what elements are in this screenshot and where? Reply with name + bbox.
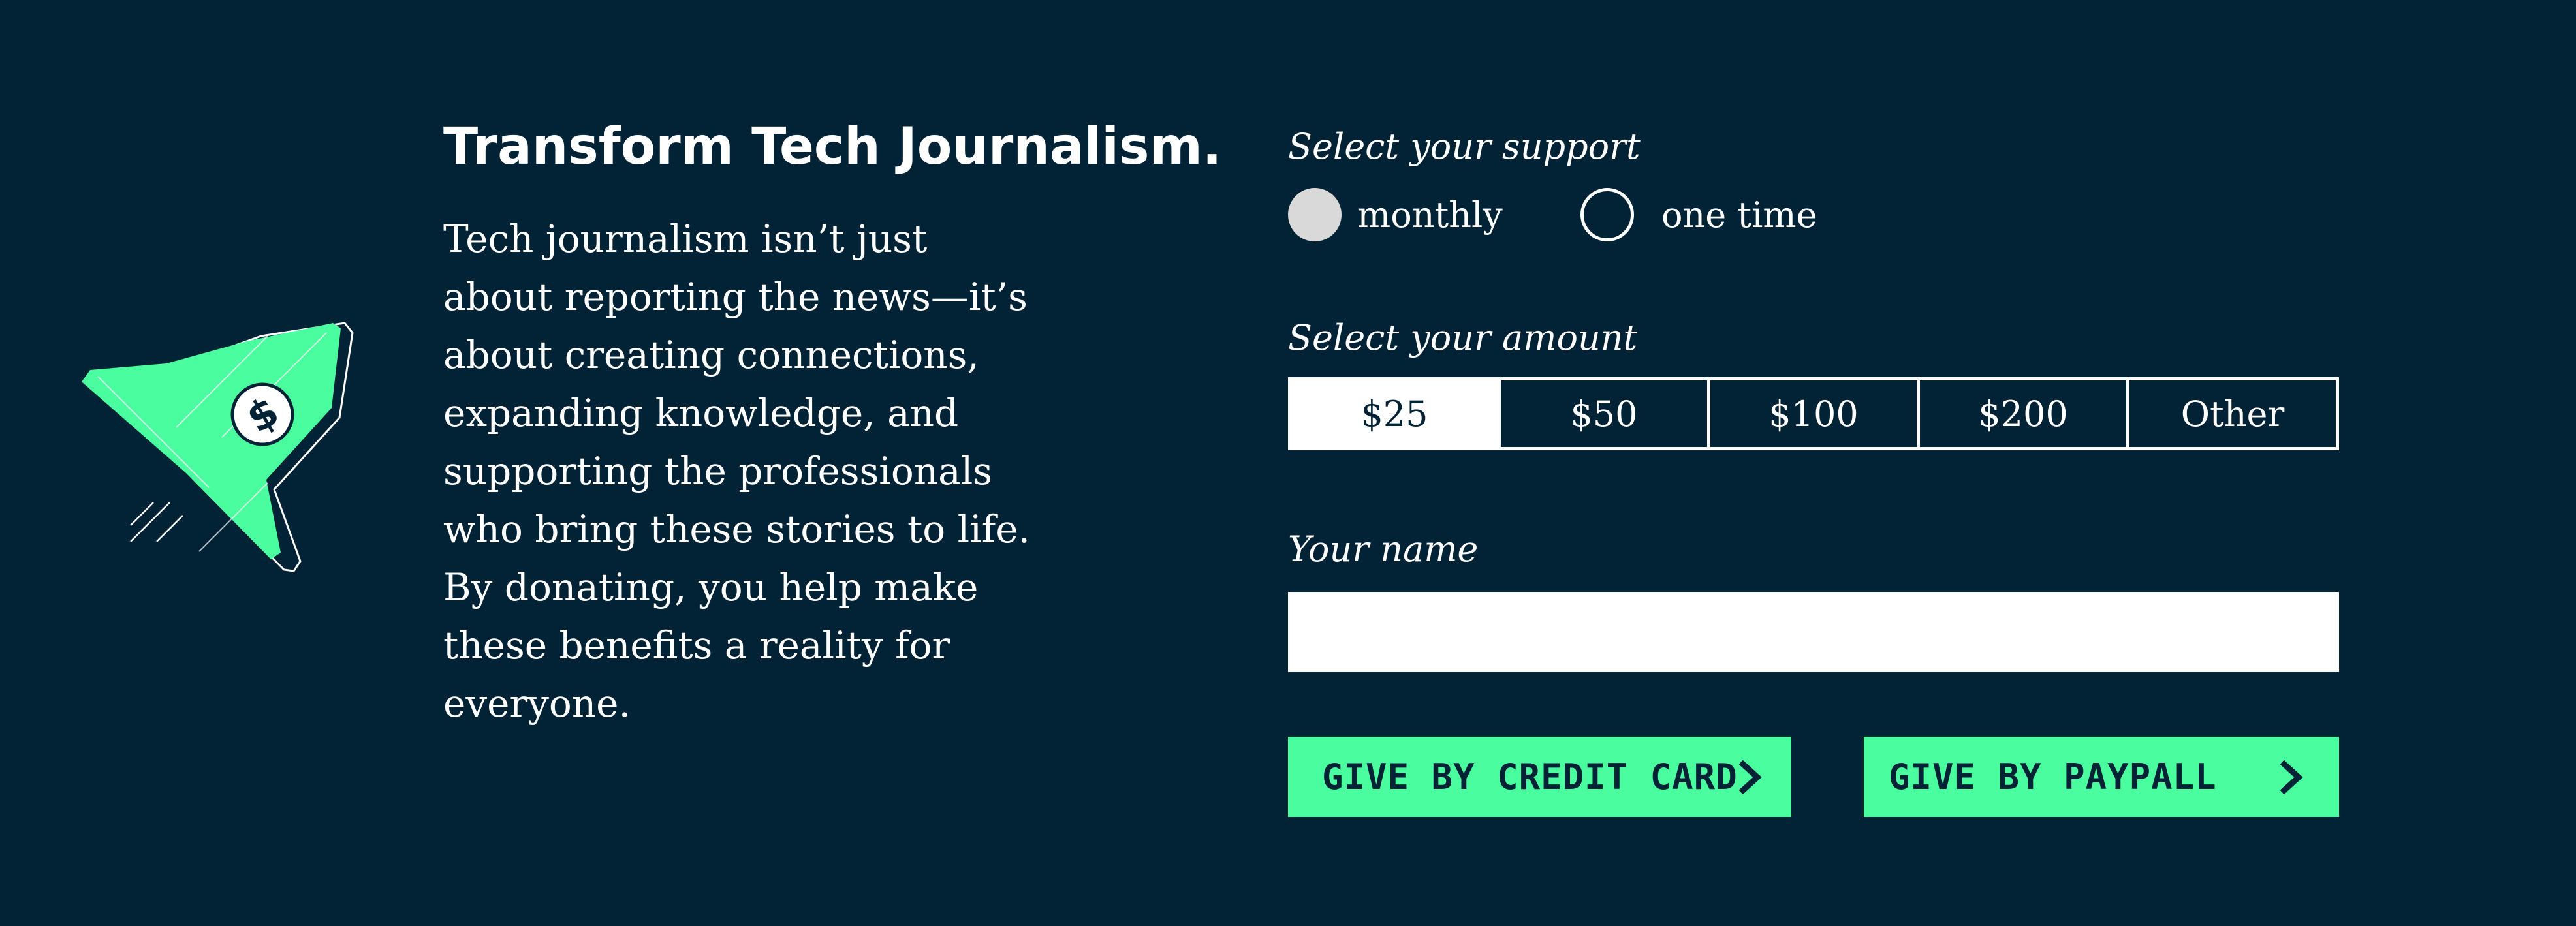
- name-label: Your name: [1288, 529, 1479, 570]
- intro-text: Tech journalism isn’t just about reporti…: [443, 217, 1030, 726]
- give-by-credit-card-button[interactable]: GIVE BY CREDIT CARD: [1288, 737, 1791, 817]
- chevron-right-icon: [2280, 760, 2303, 794]
- radio-selected-indicator[interactable]: [1288, 188, 1342, 241]
- chevron-right-icon: [1738, 760, 1762, 794]
- paypal-button-label: GIVE BY PAYPALL: [1889, 756, 2217, 797]
- credit-card-button-label: GIVE BY CREDIT CARD: [1322, 756, 1738, 797]
- speed-line: [156, 515, 183, 542]
- name-input[interactable]: [1288, 592, 2339, 672]
- radio-monthly[interactable]: monthly: [1288, 188, 1503, 241]
- amount-label: Select your amount: [1288, 317, 1638, 358]
- speed-line: [130, 502, 170, 542]
- amount-100-button[interactable]: $100: [1707, 377, 1920, 450]
- donation-page: $ Transform Tech Journalism. Tech journa…: [0, 0, 2576, 926]
- support-label: Select your support: [1288, 126, 1641, 167]
- rocket-body: [82, 323, 341, 559]
- amount-200-button[interactable]: $200: [1917, 377, 2129, 450]
- amount-25-button[interactable]: $25: [1288, 377, 1501, 450]
- radio-monthly-label: monthly: [1357, 194, 1503, 236]
- amount-other-button[interactable]: Other: [2126, 377, 2339, 450]
- rocket-dollar-icon: $: [82, 322, 354, 572]
- radio-one-time-label: one time: [1661, 194, 1817, 236]
- amount-options: $25 $50 $100 $200 Other: [1288, 377, 2339, 450]
- radio-one-time[interactable]: one time: [1580, 188, 1817, 241]
- radio-indicator[interactable]: [1580, 188, 1634, 241]
- amount-50-button[interactable]: $50: [1498, 377, 1710, 450]
- page-title: Transform Tech Journalism.: [443, 117, 1222, 176]
- give-by-paypal-button[interactable]: GIVE BY PAYPALL: [1864, 737, 2339, 817]
